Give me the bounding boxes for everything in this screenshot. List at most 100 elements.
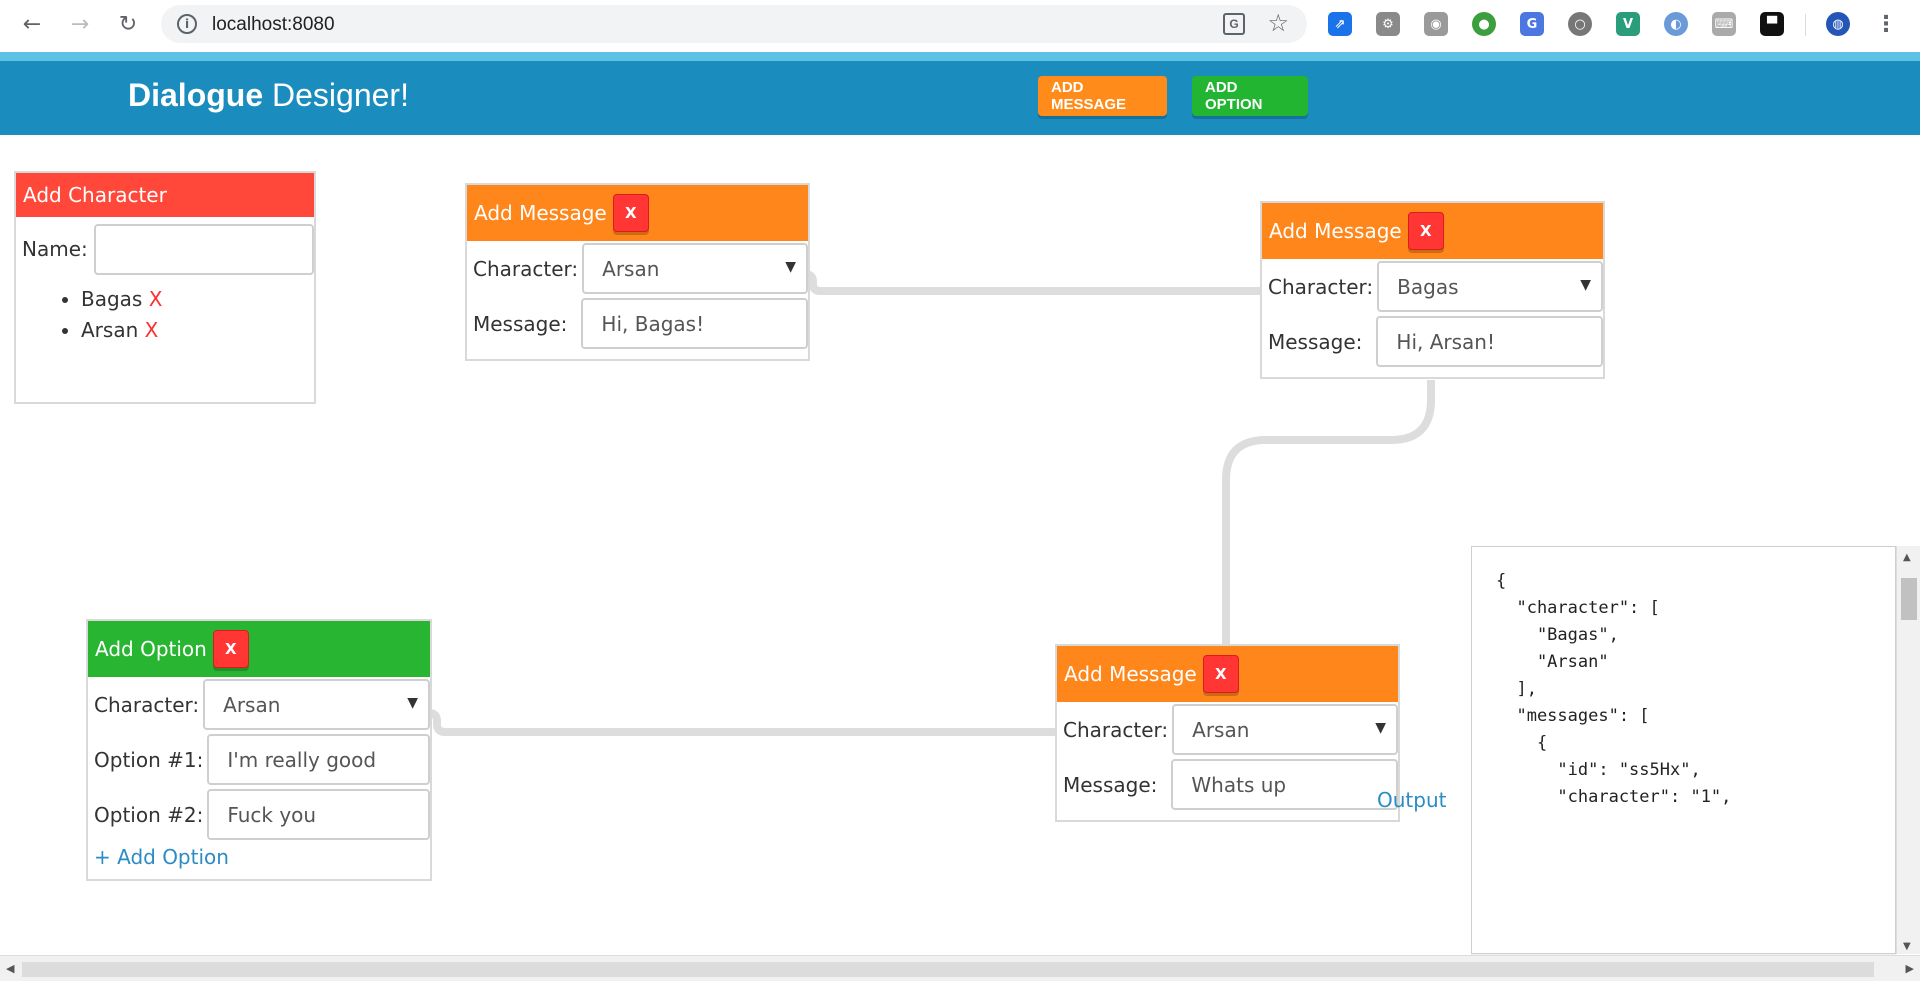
character-select-value: Arsan <box>1192 717 1250 742</box>
json-line: "id": "ss5Hx", <box>1496 760 1701 780</box>
message-node-1[interactable]: Add Message X Character: Arsan ▼ Message:… <box>465 183 810 361</box>
option-1-input[interactable]: I'm really good <box>207 734 430 785</box>
bookmark-star-icon[interactable]: ☆ <box>1267 9 1289 37</box>
profile-avatar-icon[interactable]: ◍ <box>1826 12 1850 36</box>
name-label: Name: <box>22 237 88 261</box>
option-1-label: Option #1: <box>94 747 204 772</box>
delete-node-button[interactable]: X <box>612 194 649 232</box>
add-character-panel: Add Character Name: Bagas X Arsan X <box>14 171 316 404</box>
delete-node-button[interactable]: X <box>1407 212 1444 250</box>
json-line: { <box>1496 571 1507 591</box>
message-node-header[interactable]: Add Message X <box>467 185 808 241</box>
message-label: Message: <box>1063 772 1158 797</box>
chrome-menu-icon[interactable]: ⋮ <box>1875 8 1897 40</box>
delete-node-button[interactable]: X <box>1202 655 1239 693</box>
scroll-down-arrow-icon[interactable]: ▼ <box>1903 941 1911 952</box>
delete-node-button[interactable]: X <box>212 630 249 668</box>
character-name-input[interactable] <box>93 223 314 275</box>
page-scroll-left-arrow-icon[interactable]: ◀ <box>6 962 14 975</box>
forward-arrow-icon[interactable]: → <box>64 8 96 40</box>
message-node-3[interactable]: Add Message X Character: Arsan ▼ Message:… <box>1055 644 1400 822</box>
json-vertical-scrollbar[interactable]: ▲ ▼ <box>1896 546 1920 954</box>
character-label: Character: <box>1268 274 1374 299</box>
message-input[interactable]: Whats up <box>1171 759 1398 810</box>
extension-globe-icon[interactable]: ● <box>1472 12 1496 36</box>
character-row: Character: Bagas ▼ <box>1262 259 1603 314</box>
browser-toolbar: ← → ↻ i localhost:8080 G ☆ ⇗ ⚙ ◉ ● G ○ V… <box>0 0 1920 48</box>
extension-ring-icon[interactable]: ◐ <box>1664 12 1688 36</box>
add-character-header: Add Character <box>16 173 314 217</box>
extension-keyboard-icon[interactable]: ⌨ <box>1712 12 1736 36</box>
dropdown-arrow-icon: ▼ <box>785 259 796 275</box>
dropdown-arrow-icon: ▼ <box>1580 277 1591 293</box>
add-option-button[interactable]: ADD OPTION <box>1192 76 1308 116</box>
option-node-1[interactable]: Add Option X Character: Arsan ▼ Option #1… <box>86 619 432 881</box>
scroll-up-arrow-icon[interactable]: ▲ <box>1903 552 1911 563</box>
add-message-button[interactable]: ADD MESSAGE <box>1038 76 1167 116</box>
address-bar[interactable]: i localhost:8080 G ☆ <box>161 5 1307 43</box>
page-scroll-right-arrow-icon[interactable]: ▶ <box>1906 962 1914 975</box>
character-select-value: Bagas <box>1397 274 1459 299</box>
option-1-row: Option #1: I'm really good <box>88 732 430 787</box>
character-select[interactable]: Arsan ▼ <box>582 243 808 294</box>
extension-link-icon[interactable]: ⇗ <box>1328 12 1352 36</box>
character-select-value: Arsan <box>602 256 660 281</box>
message-node-title: Add Message <box>1064 662 1197 686</box>
option-node-title: Add Option <box>95 637 207 661</box>
extension-google-translate-icon[interactable]: G <box>1520 12 1544 36</box>
option-2-label: Option #2: <box>94 802 204 827</box>
page-horizontal-scrollbar[interactable]: ◀ ▶ <box>0 955 1920 981</box>
toolbar-divider <box>1805 14 1806 36</box>
character-name: Arsan <box>81 318 139 342</box>
reload-icon[interactable]: ↻ <box>112 8 144 40</box>
message-node-header[interactable]: Add Message X <box>1262 203 1603 259</box>
character-name: Bagas <box>81 287 143 311</box>
message-row: Message: Whats up <box>1057 757 1398 812</box>
wire-message1-to-message2 <box>804 270 1261 295</box>
message-node-title: Add Message <box>1269 219 1402 243</box>
translate-icon[interactable]: G <box>1223 13 1245 35</box>
page-scroll-thumb[interactable] <box>22 962 1874 977</box>
character-row: Character: Arsan ▼ <box>1057 702 1398 757</box>
output-label[interactable]: Output <box>1377 788 1446 812</box>
message-node-header[interactable]: Add Message X <box>1057 646 1398 702</box>
character-label: Character: <box>473 256 579 281</box>
app-title-bold: Dialogue <box>128 77 264 113</box>
json-line: "character": "1", <box>1496 787 1732 807</box>
character-row: Character: Arsan ▼ <box>467 241 808 296</box>
extension-camera-icon[interactable]: ◉ <box>1424 12 1448 36</box>
extension-circle-icon[interactable]: ○ <box>1568 12 1592 36</box>
app-title-rest: Designer! <box>263 77 409 113</box>
option-2-row: Option #2: Fuck you <box>88 787 430 842</box>
site-info-icon[interactable]: i <box>177 14 197 34</box>
wire-message2-to-message3 <box>1222 380 1435 645</box>
character-select[interactable]: Arsan ▼ <box>1172 704 1398 755</box>
message-input[interactable]: Hi, Arsan! <box>1376 316 1603 367</box>
character-select[interactable]: Bagas ▼ <box>1377 261 1603 312</box>
extension-vue-icon[interactable]: V <box>1616 12 1640 36</box>
character-row: Character: Arsan ▼ <box>88 677 430 732</box>
extension-gear-icon[interactable]: ⚙ <box>1376 12 1400 36</box>
json-line: ], <box>1496 679 1537 699</box>
add-option-link[interactable]: + Add Option <box>88 842 430 872</box>
json-scroll-thumb[interactable] <box>1901 578 1917 620</box>
character-list: Bagas X Arsan X <box>16 284 314 346</box>
option-node-header[interactable]: Add Option X <box>88 621 430 677</box>
message-input[interactable]: Hi, Bagas! <box>581 298 808 349</box>
delete-character-button[interactable]: X <box>149 287 163 311</box>
json-line: { <box>1496 733 1548 753</box>
option-2-input[interactable]: Fuck you <box>207 789 430 840</box>
url-text[interactable]: localhost:8080 <box>212 14 335 36</box>
message-label: Message: <box>1268 329 1363 354</box>
message-node-2[interactable]: Add Message X Character: Bagas ▼ Message:… <box>1260 201 1605 379</box>
app-header: Dialogue Designer! ADD MESSAGE ADD OPTIO… <box>0 61 1920 135</box>
extension-incognito-icon[interactable]: ▀ <box>1760 12 1784 36</box>
delete-character-button[interactable]: X <box>145 318 159 342</box>
json-line: "Arsan" <box>1496 652 1609 672</box>
dropdown-arrow-icon: ▼ <box>1375 720 1386 736</box>
add-character-title: Add Character <box>23 183 167 207</box>
character-select[interactable]: Arsan ▼ <box>203 679 430 730</box>
back-arrow-icon[interactable]: ← <box>16 8 48 40</box>
message-node-title: Add Message <box>474 201 607 225</box>
json-output-panel[interactable]: { "character": [ "Bagas", "Arsan" ], "me… <box>1471 546 1896 954</box>
